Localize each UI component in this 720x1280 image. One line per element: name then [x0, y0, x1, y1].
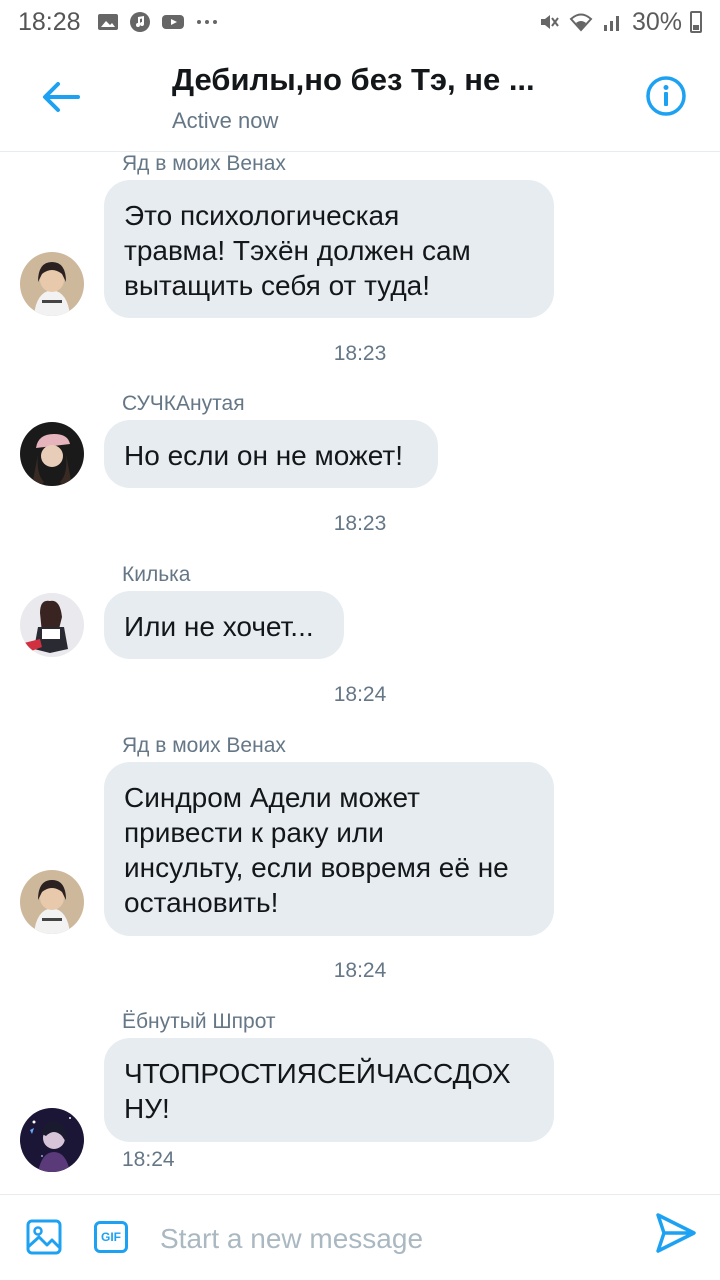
gif-button[interactable]: GIF: [94, 1221, 128, 1253]
avatar[interactable]: [20, 1108, 84, 1172]
status-time: 18:28: [18, 7, 81, 36]
message-sender: Килька: [122, 563, 191, 586]
chat-title-area[interactable]: Дебилы,но без Тэ, не ... Active now: [172, 62, 572, 134]
status-bar: 18:28 30%: [0, 0, 720, 44]
image-icon[interactable]: [26, 1219, 62, 1255]
avatar[interactable]: [20, 870, 84, 934]
chat-title: Дебилы,но без Тэ, не ...: [172, 62, 535, 97]
gif-icon: GIF: [101, 1230, 121, 1244]
message-bubble[interactable]: Это психологическая травма! Тэхён должен…: [104, 180, 554, 318]
notification-icons: [97, 11, 219, 33]
message-line: НУ!: [124, 1093, 170, 1124]
message-line: остановить!: [124, 887, 279, 918]
avatar[interactable]: [20, 252, 84, 316]
music-notification-icon: [129, 12, 150, 32]
message-line: Но если он не может!: [124, 440, 404, 471]
wifi-icon: [569, 13, 593, 32]
message-line: Это психологическая: [124, 200, 400, 231]
battery-percent: 30%: [631, 7, 682, 36]
message-bubble[interactable]: Синдром Адели может привести к раку или …: [104, 762, 554, 936]
youtube-notification-icon: [161, 15, 184, 29]
message-list[interactable]: Яд в моих Венах Это психологическая трав…: [0, 152, 720, 1194]
message-timestamp: 18:23: [333, 512, 387, 535]
message-timestamp: 18:23: [333, 342, 387, 365]
status-right: 30%: [538, 8, 702, 37]
chat-presence-status: Active now: [172, 108, 279, 133]
message-timestamp: 18:24: [122, 1148, 175, 1171]
signal-icon: [603, 16, 619, 31]
send-icon[interactable]: [654, 1211, 698, 1255]
message-line: ЧТОПРОСТИЯСЕЙЧАССДОХ: [124, 1058, 511, 1089]
message-bubble[interactable]: Но если он не может!: [104, 420, 438, 488]
message-sender: Ёбнутый Шпрот: [122, 1010, 276, 1033]
mute-icon: [540, 15, 559, 29]
battery-icon: [690, 11, 702, 33]
message-line: инсульту, если вовремя её не: [124, 852, 509, 883]
message-timestamp: 18:24: [333, 683, 387, 706]
back-arrow-icon: [43, 82, 80, 112]
message-bubble[interactable]: ЧТОПРОСТИЯСЕЙЧАССДОХ НУ!: [104, 1038, 554, 1142]
message-line: Синдром Адели может: [124, 782, 420, 813]
message-sender: Яд в моих Венах: [122, 152, 286, 175]
message-timestamp: 18:24: [333, 959, 387, 982]
message-line: вытащить себя от туда!: [124, 270, 431, 301]
message-line: Или не хочет...: [124, 611, 314, 642]
chat-header: Дебилы,но без Тэ, не ... Active now: [0, 44, 720, 152]
message-bubble[interactable]: Или не хочет...: [104, 591, 344, 659]
avatar[interactable]: [20, 593, 84, 657]
info-icon[interactable]: [644, 74, 688, 118]
message-input[interactable]: [160, 1215, 630, 1263]
gallery-notification-icon: [97, 14, 118, 30]
more-notifications-icon: [196, 20, 217, 24]
message-sender: СУЧКАнутая: [122, 392, 245, 415]
message-composer: GIF: [0, 1194, 720, 1280]
message-line: привести к раку или: [124, 817, 384, 848]
back-button[interactable]: [36, 74, 86, 120]
message-line: травма! Тэхён должен сам: [124, 235, 471, 266]
message-sender: Яд в моих Венах: [122, 734, 286, 757]
avatar[interactable]: [20, 422, 84, 486]
